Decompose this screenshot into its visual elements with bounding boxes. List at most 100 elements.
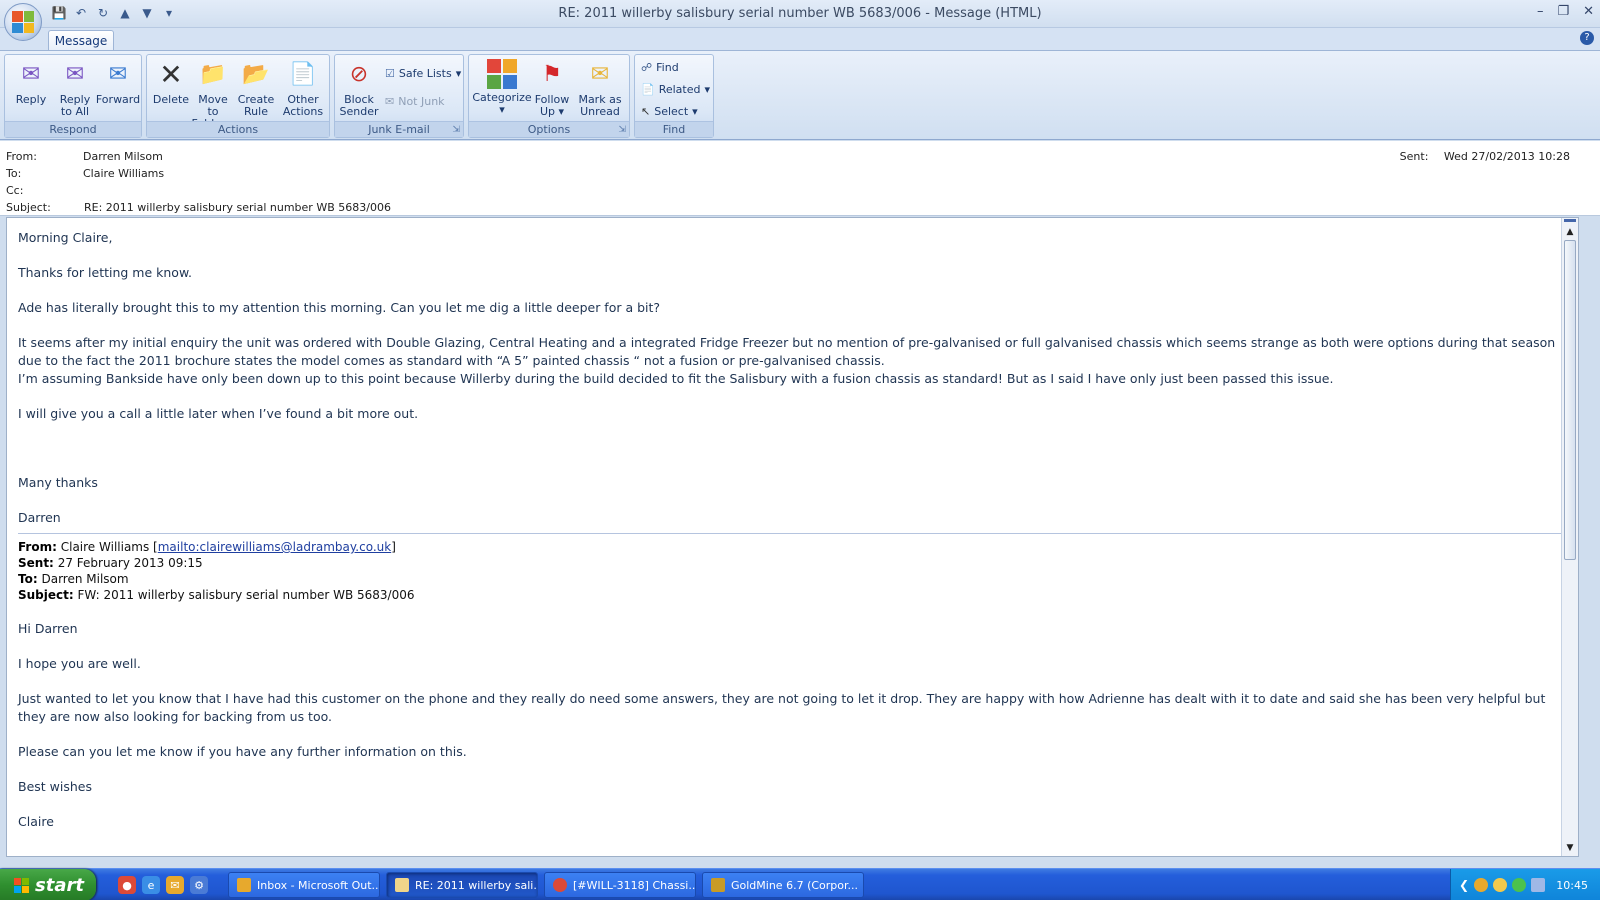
group-label-junk: Junk E-mail	[335, 121, 463, 137]
from-value[interactable]: Darren Milsom	[83, 150, 163, 163]
quoted-sent-value: 27 February 2013 09:15	[57, 556, 203, 570]
categorize-icon	[487, 59, 517, 89]
safe-lists-button[interactable]: ☑ Safe Lists ▾	[385, 67, 461, 80]
windows-flag-icon	[14, 877, 29, 893]
binoculars-icon: ☍	[641, 61, 653, 74]
related-icon: 📄	[641, 83, 655, 96]
scroll-up-icon[interactable]: ▲	[1562, 224, 1578, 240]
delete-icon: ✕	[159, 58, 183, 91]
group-actions: ✕ Delete 📁 Move to Folder ▾ 📂 Create Rul…	[146, 54, 330, 138]
group-label-respond: Respond	[5, 121, 141, 137]
rule-icon: 📂	[242, 62, 270, 87]
group-respond: ✉ Reply ✉ Reply to All ✉ Forward Respond	[4, 54, 142, 138]
junk-dialog-launcher-icon[interactable]: ⇲	[452, 125, 460, 135]
quoted-from-end: ]	[391, 540, 396, 554]
quoted-paragraph: Just wanted to let you know that I have …	[18, 691, 1546, 724]
taskbar: start ● e ✉ ⚙ Inbox - Microsoft Out... R…	[0, 868, 1600, 900]
subject-value: RE: 2011 willerby salisbury serial numbe…	[84, 201, 391, 214]
quoted-sent-label: Sent:	[18, 556, 54, 570]
to-label: To:	[6, 167, 22, 180]
tray-status-icon[interactable]	[1512, 878, 1527, 892]
closing: Many thanks	[18, 475, 98, 490]
window-controls: – ❐ ✕	[1537, 4, 1594, 19]
ie-icon[interactable]: e	[142, 876, 160, 894]
taskbar-item-chrome[interactable]: [#WILL-3118] Chassi...	[544, 872, 696, 898]
quoted-from-name: Claire Williams [	[60, 540, 158, 554]
subject-label: Subject:	[6, 201, 51, 214]
system-tray: ❮ 10:45	[1450, 869, 1600, 900]
quoted-subject-label: Subject:	[18, 588, 74, 602]
quoted-to-value: Darren Milsom	[41, 572, 129, 586]
split-handle[interactable]	[1564, 219, 1576, 222]
vertical-scrollbar[interactable]: ▲ ▼	[1561, 218, 1578, 856]
tab-message[interactable]: Message	[48, 30, 114, 51]
chrome-icon[interactable]: ●	[118, 876, 136, 894]
ribbon: ✉ Reply ✉ Reply to All ✉ Forward Respond…	[0, 50, 1600, 140]
follow-up-button[interactable]: ⚑ Follow Up ▾	[531, 59, 573, 118]
office-button[interactable]	[4, 3, 42, 41]
paragraph: Thanks for letting me know.	[18, 265, 192, 280]
scroll-thumb[interactable]	[1564, 240, 1576, 560]
flag-icon: ⚑	[542, 62, 562, 87]
group-find: ☍ Find 📄 Related ▾ ↖ Select ▾ Find	[634, 54, 714, 138]
scroll-down-icon[interactable]: ▼	[1562, 840, 1578, 856]
block-sender-button[interactable]: ⊘ Block Sender	[337, 59, 381, 118]
outlook-icon[interactable]: ✉	[166, 876, 184, 894]
categorize-button[interactable]: Categorize ▾	[471, 59, 533, 116]
group-label-actions: Actions	[147, 121, 329, 137]
goldmine-icon	[711, 878, 725, 892]
start-button[interactable]: start	[0, 869, 96, 900]
select-button[interactable]: ↖ Select ▾	[641, 105, 698, 118]
quoted-email-link[interactable]: mailto:clairewilliams@ladrambay.co.uk	[158, 540, 391, 554]
sent-row: Sent: Wed 27/02/2013 10:28	[1400, 150, 1570, 163]
tray-network-icon[interactable]	[1531, 878, 1546, 892]
sent-value: Wed 27/02/2013 10:28	[1443, 150, 1570, 163]
restore-icon[interactable]: ❐	[1557, 4, 1569, 19]
paragraph: It seems after my initial enquiry the un…	[18, 335, 1556, 368]
tray-messenger-icon[interactable]	[1493, 878, 1508, 892]
delete-button[interactable]: ✕ Delete	[151, 59, 191, 106]
message-body[interactable]: Morning Claire, Thanks for letting me kn…	[6, 217, 1579, 857]
reply-all-button[interactable]: ✉ Reply to All	[53, 59, 97, 118]
move-to-folder-button[interactable]: 📁 Move to Folder ▾	[191, 59, 235, 130]
group-label-options: Options	[469, 121, 629, 137]
not-junk-icon: ✉	[385, 95, 395, 108]
quoted-sent-row: Sent: 27 February 2013 09:15	[18, 555, 1568, 571]
taskbar-item-inbox[interactable]: Inbox - Microsoft Out...	[228, 872, 380, 898]
quoted-greeting: Hi Darren	[18, 621, 78, 636]
cursor-icon: ↖	[641, 105, 651, 118]
clock[interactable]: 10:45	[1556, 879, 1588, 892]
options-dialog-launcher-icon[interactable]: ⇲	[618, 125, 626, 135]
from-label: From:	[6, 150, 37, 163]
taskbar-item-goldmine[interactable]: GoldMine 6.7 (Corpor...	[702, 872, 864, 898]
quoted-paragraph: I hope you are well.	[18, 656, 141, 671]
taskbar-item-message[interactable]: RE: 2011 willerby sali...	[386, 872, 538, 898]
quoted-from-label: From:	[18, 540, 57, 554]
folder-icon: 📁	[199, 62, 227, 87]
quoted-header: From: Claire Williams [mailto:clairewill…	[18, 533, 1568, 603]
chrome-icon	[553, 878, 567, 892]
group-junk-email: ⊘ Block Sender ☑ Safe Lists ▾ ✉ Not Junk…	[334, 54, 464, 138]
minimize-icon[interactable]: –	[1537, 4, 1544, 19]
quoted-paragraph: Please can you let me know if you have a…	[18, 744, 467, 759]
mark-as-unread-button[interactable]: ✉ Mark as Unread	[575, 59, 625, 118]
create-rule-button[interactable]: 📂 Create Rule	[235, 59, 277, 118]
paragraph: Ade has literally brought this to my att…	[18, 300, 661, 315]
app-icon[interactable]: ⚙	[190, 876, 208, 894]
help-icon[interactable]: ?	[1580, 31, 1594, 45]
not-junk-button[interactable]: ✉ Not Junk	[385, 95, 445, 108]
ribbon-tabs: Message ?	[0, 28, 1600, 51]
reply-button[interactable]: ✉ Reply	[11, 59, 51, 106]
tray-expand-icon[interactable]: ❮	[1459, 878, 1469, 892]
close-icon[interactable]: ✕	[1583, 4, 1594, 19]
quoted-closing: Best wishes	[18, 779, 92, 794]
find-button[interactable]: ☍ Find	[641, 61, 679, 74]
forward-button[interactable]: ✉ Forward	[95, 59, 141, 106]
other-actions-button[interactable]: 📄 Other Actions ▾	[279, 59, 327, 130]
to-value[interactable]: Claire Williams	[83, 167, 164, 180]
related-button[interactable]: 📄 Related ▾	[641, 83, 710, 96]
tray-outlook-icon[interactable]	[1474, 878, 1489, 892]
greeting: Morning Claire,	[18, 230, 113, 245]
office-logo-icon	[12, 11, 34, 33]
safe-lists-icon: ☑	[385, 67, 395, 80]
